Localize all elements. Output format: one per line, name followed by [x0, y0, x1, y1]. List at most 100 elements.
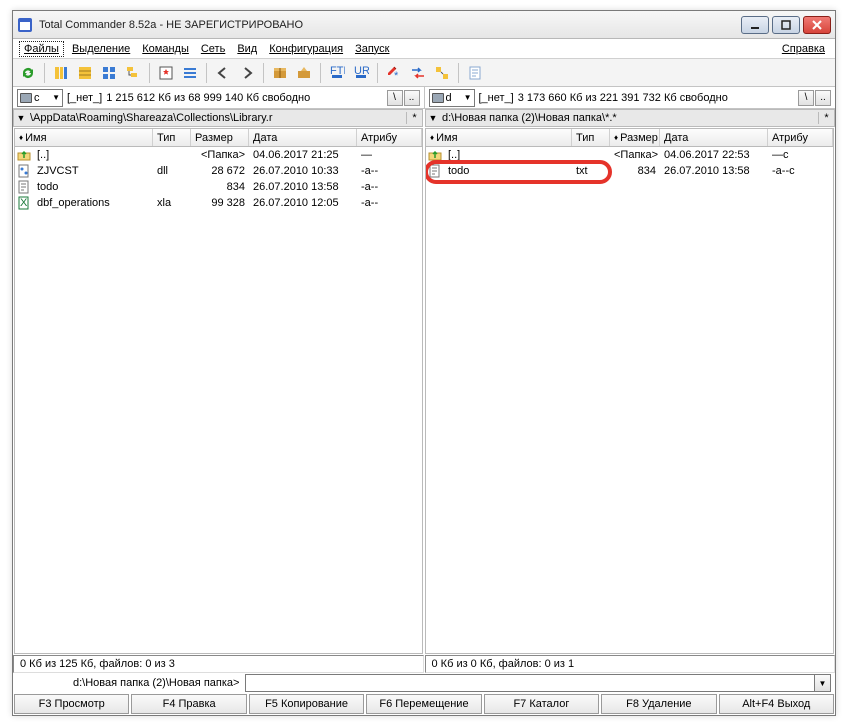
right-free-space: 3 173 660 Кб из 221 391 732 Кб свободно [518, 92, 728, 104]
minimize-button[interactable] [741, 16, 769, 34]
right-status: 0 Кб из 0 Кб, файлов: 0 из 1 [425, 655, 836, 673]
view-brief-icon[interactable] [50, 62, 72, 84]
col-attr[interactable]: Атрибу [357, 129, 422, 146]
svg-text:X: X [20, 197, 28, 209]
left-root-button[interactable]: \ [387, 90, 403, 106]
f3-view-button[interactable]: F3 Просмотр [14, 694, 129, 714]
parent-dir-row[interactable]: [..] <Папка> 04.06.2017 21:25 — [15, 147, 422, 163]
f8-delete-button[interactable]: F8 Удаление [601, 694, 716, 714]
f4-edit-button[interactable]: F4 Правка [131, 694, 246, 714]
right-panel: ♦Имя Тип ♦Размер Дата Атрибу [..] <Папка… [425, 128, 834, 654]
path-bar: ▼ \AppData\Roaming\Shareaza\Collections\… [13, 109, 835, 127]
left-file-list[interactable]: [..] <Папка> 04.06.2017 21:25 — ZJVCST d… [15, 147, 422, 653]
left-panel: ♦Имя Тип Размер Дата Атрибу [..] <Папка>… [14, 128, 423, 654]
right-root-button[interactable]: \ [798, 90, 814, 106]
f6-move-button[interactable]: F6 Перемещение [366, 694, 481, 714]
menu-files[interactable]: Файлы [19, 41, 64, 57]
file-row[interactable]: todo 834 26.07.2010 13:58 -a-- [15, 179, 422, 195]
sync-dirs-icon[interactable] [407, 62, 429, 84]
disk-icon [432, 93, 444, 103]
right-path[interactable]: ▼ d:\Новая папка (2)\Новая папка\*.* * [425, 109, 835, 127]
parent-dir-row[interactable]: [..] <Папка> 04.06.2017 22:53 —c [426, 147, 833, 163]
right-favorites-icon[interactable]: * [818, 112, 834, 124]
right-none-label: [_нет_] [479, 92, 514, 104]
fkey-bar: F3 Просмотр F4 Правка F5 Копирование F6 … [13, 693, 835, 715]
col-date[interactable]: Дата [249, 129, 357, 146]
col-name[interactable]: ♦Имя [426, 129, 572, 146]
folder-up-icon [428, 148, 442, 162]
history-dropdown-icon[interactable]: ▼ [14, 113, 28, 123]
file-row[interactable]: todo txt 834 26.07.2010 13:58 -a--c [426, 163, 833, 179]
right-drive-section: d▼ [_нет_] 3 173 660 Кб из 221 391 732 К… [424, 87, 836, 108]
left-drive-section: c▼ [_нет_] 1 215 612 Кб из 68 999 140 Кб… [13, 87, 424, 108]
altf4-exit-button[interactable]: Alt+F4 Выход [719, 694, 834, 714]
left-path[interactable]: ▼ \AppData\Roaming\Shareaza\Collections\… [13, 109, 423, 127]
command-input[interactable] [245, 674, 815, 692]
invert-selection-icon[interactable] [155, 62, 177, 84]
command-line: d:\Новая папка (2)\Новая папка> ▼ [13, 673, 835, 693]
menu-view[interactable]: Вид [233, 42, 261, 56]
file-row[interactable]: X dbf_operations xla 99 328 26.07.2010 1… [15, 195, 422, 211]
file-panels: ♦Имя Тип Размер Дата Атрибу [..] <Папка>… [13, 127, 835, 655]
left-column-header: ♦Имя Тип Размер Дата Атрибу [15, 129, 422, 147]
window-title: Total Commander 8.52a - НЕ ЗАРЕГИСТРИРОВ… [39, 19, 741, 31]
left-drive-combo[interactable]: c▼ [17, 89, 63, 107]
xla-file-icon: X [17, 196, 31, 210]
menu-selection[interactable]: Выделение [68, 42, 134, 56]
menubar: Файлы Выделение Команды Сеть Вид Конфигу… [13, 39, 835, 59]
left-none-label: [_нет_] [67, 92, 102, 104]
refresh-icon[interactable] [17, 62, 39, 84]
menu-config[interactable]: Конфигурация [265, 42, 347, 56]
right-up-button[interactable]: .. [815, 90, 831, 106]
folder-up-icon [17, 148, 31, 162]
url-icon[interactable]: URL [350, 62, 372, 84]
drive-bar: c▼ [_нет_] 1 215 612 Кб из 68 999 140 Кб… [13, 87, 835, 109]
disk-icon [20, 93, 32, 103]
command-prompt: d:\Новая папка (2)\Новая папка> [13, 677, 245, 689]
search-icon[interactable] [431, 62, 453, 84]
left-favorites-icon[interactable]: * [406, 112, 422, 124]
back-icon[interactable] [212, 62, 234, 84]
menu-net[interactable]: Сеть [197, 42, 229, 56]
unpack-icon[interactable] [293, 62, 315, 84]
menu-start[interactable]: Запуск [351, 42, 393, 56]
select-all-icon[interactable] [179, 62, 201, 84]
multi-rename-icon[interactable]: * [383, 62, 405, 84]
col-date[interactable]: Дата [660, 129, 768, 146]
txt-file-icon [428, 164, 442, 178]
dll-file-icon [17, 164, 31, 178]
txt-file-icon [17, 180, 31, 194]
f7-mkdir-button[interactable]: F7 Каталог [484, 694, 599, 714]
view-full-icon[interactable] [74, 62, 96, 84]
file-row[interactable]: ZJVCST dll 28 672 26.07.2010 10:33 -a-- [15, 163, 422, 179]
col-size[interactable]: Размер [191, 129, 249, 146]
history-dropdown-icon[interactable]: ▼ [426, 113, 440, 123]
notepad-icon[interactable] [464, 62, 486, 84]
forward-icon[interactable] [236, 62, 258, 84]
left-up-button[interactable]: .. [404, 90, 420, 106]
ftp-icon[interactable]: FTP [326, 62, 348, 84]
status-row: 0 Кб из 125 Кб, файлов: 0 из 3 0 Кб из 0… [13, 655, 835, 673]
left-free-space: 1 215 612 Кб из 68 999 140 Кб свободно [106, 92, 310, 104]
right-path-text: d:\Новая папка (2)\Новая папка\*.* [440, 112, 818, 124]
titlebar: Total Commander 8.52a - НЕ ЗАРЕГИСТРИРОВ… [13, 11, 835, 39]
menu-help[interactable]: Справка [778, 42, 829, 56]
right-column-header: ♦Имя Тип ♦Размер Дата Атрибу [426, 129, 833, 147]
command-history-dropdown[interactable]: ▼ [815, 674, 831, 692]
right-drive-letter: d [446, 92, 452, 104]
close-button[interactable] [803, 16, 831, 34]
right-drive-combo[interactable]: d▼ [429, 89, 475, 107]
col-ext[interactable]: Тип [572, 129, 610, 146]
view-tree-icon[interactable] [122, 62, 144, 84]
right-file-list[interactable]: [..] <Папка> 04.06.2017 22:53 —c todo tx… [426, 147, 833, 653]
toolbar: FTP URL * [13, 59, 835, 87]
col-attr[interactable]: Атрибу [768, 129, 833, 146]
maximize-button[interactable] [772, 16, 800, 34]
f5-copy-button[interactable]: F5 Копирование [249, 694, 364, 714]
col-ext[interactable]: Тип [153, 129, 191, 146]
pack-icon[interactable] [269, 62, 291, 84]
menu-commands[interactable]: Команды [138, 42, 193, 56]
view-thumbs-icon[interactable] [98, 62, 120, 84]
col-name[interactable]: ♦Имя [15, 129, 153, 146]
col-size[interactable]: ♦Размер [610, 129, 660, 146]
